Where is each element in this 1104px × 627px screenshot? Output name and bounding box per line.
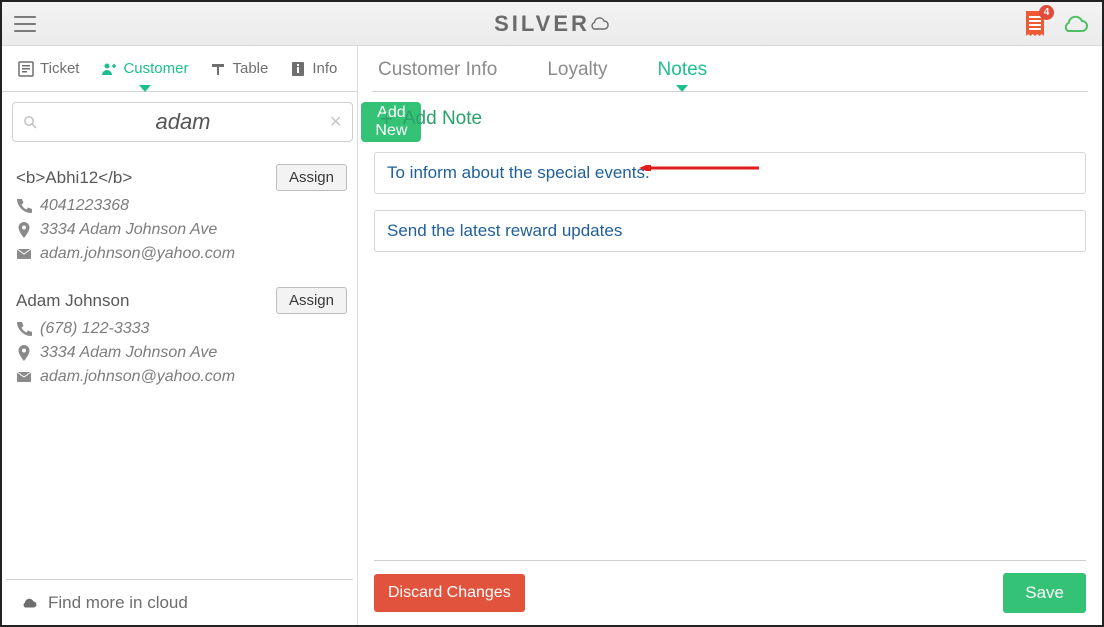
save-button[interactable]: Save	[1003, 573, 1086, 613]
customer-phone: (678) 122-3333	[40, 320, 149, 338]
customer-card: <b>Abhi12</b> Assign 4041223368 3334 Ada…	[16, 154, 347, 277]
add-note-button[interactable]: + Add Note	[372, 92, 1088, 144]
annotation-arrow-icon	[639, 165, 759, 171]
customer-name: <b>Abhi12</b>	[16, 168, 132, 188]
customer-icon	[101, 61, 117, 77]
top-bar: SILVER 4	[2, 2, 1102, 46]
tab-table[interactable]: Table	[200, 46, 278, 91]
customer-card: Adam Johnson Assign (678) 122-3333 3334 …	[16, 277, 347, 400]
customer-email: adam.johnson@yahoo.com	[40, 368, 235, 386]
email-icon	[16, 369, 32, 385]
menu-icon[interactable]	[14, 16, 36, 32]
customer-address: 3334 Adam Johnson Ave	[40, 344, 217, 362]
customer-address: 3334 Adam Johnson Ave	[40, 221, 217, 239]
brand-logo: SILVER	[494, 11, 610, 37]
phone-icon	[16, 198, 32, 214]
brand-text: SILVER	[494, 11, 590, 37]
receipt-button[interactable]: 4	[1022, 9, 1048, 39]
ticket-icon	[18, 61, 34, 77]
tab-loyalty[interactable]: Loyalty	[547, 59, 607, 91]
customer-name: Adam Johnson	[16, 291, 129, 311]
email-icon	[16, 246, 32, 262]
find-more-label: Find more in cloud	[48, 593, 188, 613]
tab-customer-label: Customer	[123, 60, 188, 77]
find-more-cloud[interactable]: Find more in cloud	[6, 579, 353, 625]
tab-customer-info[interactable]: Customer Info	[378, 59, 497, 91]
cloud-sync-icon[interactable]	[1060, 13, 1090, 35]
tab-table-label: Table	[232, 60, 268, 77]
receipt-badge: 4	[1039, 5, 1054, 20]
left-tab-row: Ticket Customer Table Info	[2, 46, 357, 92]
phone-icon	[16, 321, 32, 337]
customer-phone: 4041223368	[40, 197, 129, 215]
plus-icon: +	[380, 108, 393, 130]
tab-ticket-label: Ticket	[40, 60, 79, 77]
search-box[interactable]: ✕	[12, 102, 353, 142]
customer-results: <b>Abhi12</b> Assign 4041223368 3334 Ada…	[2, 150, 357, 579]
assign-button[interactable]: Assign	[276, 287, 347, 314]
cloud-icon	[20, 596, 38, 610]
note-item[interactable]: To inform about the special events.	[374, 152, 1086, 194]
tab-info-label: Info	[312, 60, 337, 77]
add-note-label: Add Note	[403, 108, 482, 130]
note-text: Send the latest reward updates	[387, 221, 622, 240]
note-item[interactable]: Send the latest reward updates	[374, 210, 1086, 252]
tab-notes[interactable]: Notes	[658, 59, 708, 91]
discard-button[interactable]: Discard Changes	[374, 574, 525, 612]
footer-actions: Discard Changes Save	[374, 560, 1086, 613]
customer-email: adam.johnson@yahoo.com	[40, 245, 235, 263]
tab-info[interactable]: Info	[280, 46, 347, 91]
info-icon	[290, 61, 306, 77]
location-icon	[16, 222, 32, 238]
search-input[interactable]	[37, 109, 329, 135]
assign-button[interactable]: Assign	[276, 164, 347, 191]
note-text: To inform about the special events.	[387, 163, 650, 182]
search-icon	[23, 115, 37, 129]
right-tab-row: Customer Info Loyalty Notes	[372, 46, 1088, 92]
brand-cloud-icon	[588, 17, 610, 31]
tab-customer[interactable]: Customer	[91, 46, 198, 91]
table-icon	[210, 61, 226, 77]
tab-ticket[interactable]: Ticket	[8, 46, 89, 91]
clear-search-icon[interactable]: ✕	[329, 112, 342, 132]
location-icon	[16, 345, 32, 361]
